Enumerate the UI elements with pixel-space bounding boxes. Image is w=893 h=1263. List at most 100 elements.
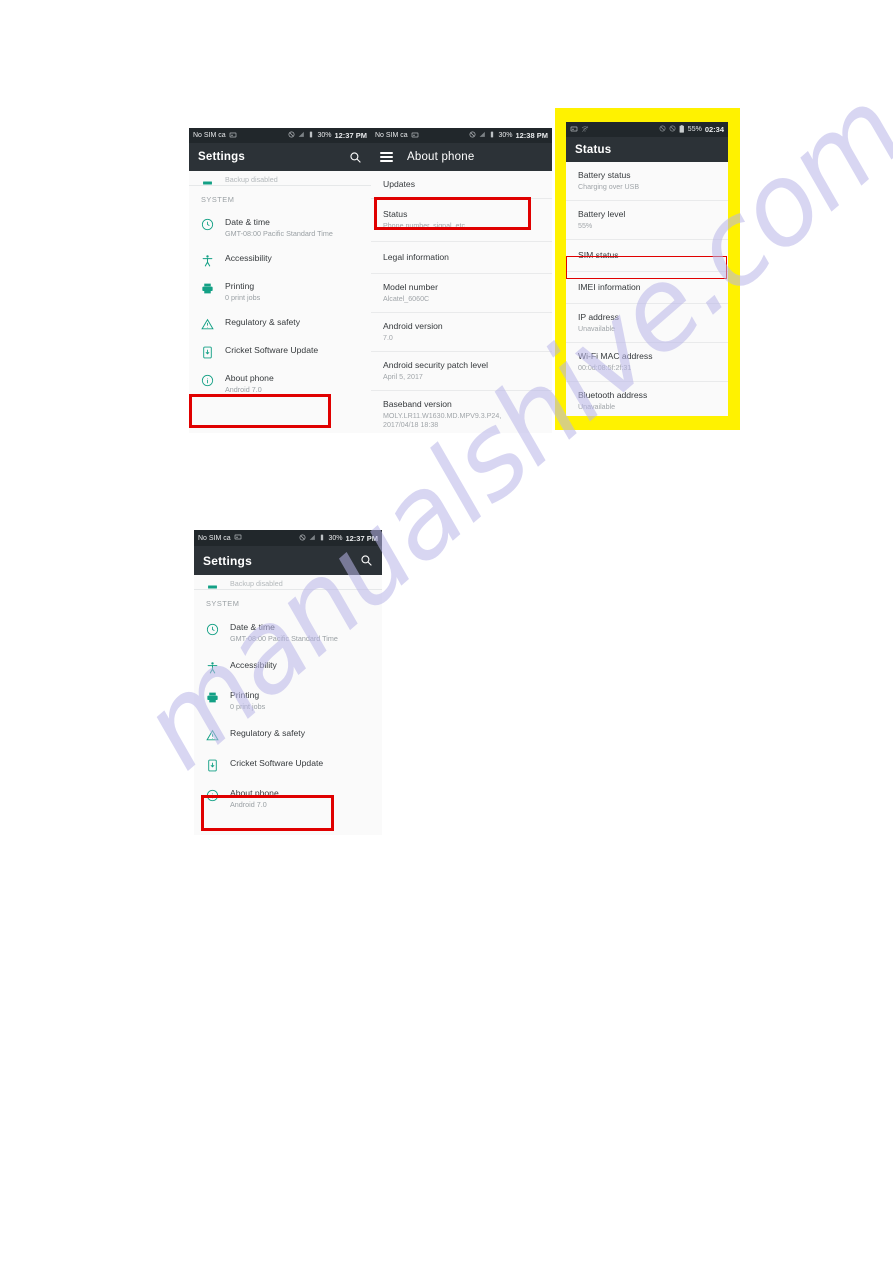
list-item-model-number[interactable]: Model number Alcatel_6060C: [371, 274, 552, 313]
clock-label: 02:34: [704, 125, 724, 134]
item-title: Date & time: [230, 622, 275, 632]
sidebar-item-date-time[interactable]: Date & time GMT-08:00 Pacific Standard T…: [189, 210, 371, 246]
carrier-label: No SIM ca: [375, 132, 408, 139]
item-title: Battery status: [578, 170, 631, 180]
app-bar: About phone: [371, 143, 552, 171]
page-title: Settings: [198, 151, 245, 163]
sd-card-icon: [570, 125, 578, 135]
list-item-android-version[interactable]: Android version 7.0: [371, 313, 552, 352]
page-title: About phone: [407, 151, 475, 163]
list-item-bluetooth-address[interactable]: Bluetooth address Unavailable: [566, 382, 728, 416]
item-title: Model number: [383, 282, 438, 292]
list-item-ip-address[interactable]: IP address Unavailable: [566, 304, 728, 343]
item-title: Printing: [225, 281, 255, 291]
sidebar-item-cricket-software-update[interactable]: Cricket Software Update: [189, 338, 371, 366]
item-title: Wi-Fi MAC address: [578, 351, 653, 361]
warning-triangle-icon: [194, 728, 230, 742]
search-icon[interactable]: [349, 151, 362, 164]
vibrate-icon: [669, 125, 676, 134]
sidebar-item-printing[interactable]: Printing 0 print jobs: [189, 274, 371, 310]
backup-status-label: Backup disabled: [225, 175, 278, 184]
item-subtitle: Android 7.0: [230, 800, 267, 809]
clock-icon: [189, 217, 225, 231]
item-subtitle: Unavailable: [578, 402, 616, 411]
search-icon[interactable]: [360, 554, 373, 567]
sidebar-item-cricket-software-update[interactable]: Cricket Software Update: [194, 750, 382, 780]
section-header-system: SYSTEM: [201, 195, 235, 204]
app-bar: Status: [566, 137, 728, 162]
list-item-android-security-patch-level[interactable]: Android security patch level April 5, 20…: [371, 352, 552, 391]
item-subtitle: April 5, 2017: [383, 372, 423, 381]
partial-backup-row[interactable]: Backup disabled: [194, 575, 382, 589]
item-subtitle: Phone number, signal, etc.: [383, 221, 467, 230]
item-subtitle: 55%: [578, 221, 593, 230]
software-update-icon: [194, 758, 230, 772]
sidebar-item-regulatory-safety[interactable]: Regulatory & safety: [194, 720, 382, 750]
item-title: Status: [383, 209, 408, 219]
item-title: Accessibility: [225, 253, 272, 263]
item-title: About phone: [225, 373, 274, 383]
list-item-updates[interactable]: Updates: [371, 171, 552, 199]
battery-percent-label: 30%: [317, 132, 332, 139]
list-item-status[interactable]: Status Phone number, signal, etc.: [371, 199, 552, 242]
clock-label: 12:38 PM: [515, 131, 548, 140]
clock-label: 12:37 PM: [334, 131, 367, 140]
item-title: About phone: [230, 788, 279, 798]
item-title: IP address: [578, 312, 619, 322]
list-item-wifi-mac-address[interactable]: Wi-Fi MAC address 00:0d:08:5f:2f:31: [566, 343, 728, 382]
item-title: Updates: [383, 179, 416, 189]
list-item-baseband-version[interactable]: Baseband version MOLY.LR11.W1630.MD.MPV9…: [371, 391, 552, 433]
item-title: IMEI information: [578, 282, 641, 292]
screenshot-settings-bottom: No SIM ca 30% 12:37 PM Settings Backup d…: [194, 530, 382, 835]
printer-icon: [194, 690, 230, 704]
partial-backup-row[interactable]: Backup disabled: [189, 171, 371, 185]
item-title: Battery level: [578, 209, 626, 219]
page-title: Status: [575, 143, 612, 156]
about-phone-list: Updates Status Phone number, signal, etc…: [371, 171, 552, 433]
info-circle-icon: [189, 373, 225, 387]
sidebar-item-regulatory-safety[interactable]: Regulatory & safety: [189, 310, 371, 338]
screenshot-status: 55% 02:34 Status Battery status Charging…: [566, 122, 728, 416]
item-subtitle: Unavailable: [578, 324, 616, 333]
list-item-imei-information[interactable]: IMEI information: [566, 272, 728, 304]
item-subtitle: MOLY.LR11.W1630.MD.MPV9.3.P24, 2017/04/1…: [383, 411, 502, 430]
item-title: Bluetooth address: [578, 390, 648, 400]
status-bar: 55% 02:34: [566, 122, 728, 137]
sidebar-item-about-phone[interactable]: About phone Android 7.0: [194, 780, 382, 818]
item-title: Regulatory & safety: [225, 317, 300, 327]
status-bar: No SIM ca 30% 12:38 PM: [371, 128, 552, 143]
list-item-battery-status[interactable]: Battery status Charging over USB: [566, 162, 728, 201]
section-header-system: SYSTEM: [206, 599, 240, 608]
warning-triangle-icon: [189, 317, 225, 331]
status-list: Battery status Charging over USB Battery…: [566, 162, 728, 416]
list-item-sim-status[interactable]: SIM status: [566, 240, 728, 272]
sd-card-icon: [234, 533, 242, 543]
sidebar-item-printing[interactable]: Printing 0 print jobs: [194, 682, 382, 720]
item-subtitle: GMT-08:00 Pacific Standard Time: [225, 229, 333, 238]
battery-percent-label: 30%: [328, 534, 343, 542]
accessibility-icon: [189, 253, 225, 267]
backup-icon: [189, 177, 225, 185]
sidebar-item-date-time[interactable]: Date & time GMT-08:00 Pacific Standard T…: [194, 614, 382, 652]
sidebar-item-about-phone[interactable]: About phone Android 7.0: [189, 366, 371, 402]
screenshot-settings-top: No SIM ca 30% 12:37 PM Settings Backup d…: [189, 128, 371, 433]
hamburger-icon[interactable]: [380, 152, 393, 162]
sidebar-item-accessibility[interactable]: Accessibility: [194, 652, 382, 682]
item-title: Baseband version: [383, 399, 452, 409]
settings-list: Backup disabled SYSTEM Date & time GMT-0…: [194, 575, 382, 818]
app-bar: Settings: [194, 546, 382, 575]
list-item-legal-information[interactable]: Legal information: [371, 242, 552, 274]
signal-icon: [298, 131, 305, 140]
item-title: Cricket Software Update: [225, 345, 319, 355]
mute-icon: [299, 534, 306, 543]
item-subtitle: 00:0d:08:5f:2f:31: [578, 363, 632, 372]
mute-icon: [288, 131, 295, 140]
clock-icon: [194, 622, 230, 636]
battery-icon: [679, 124, 685, 135]
list-item-battery-level[interactable]: Battery level 55%: [566, 201, 728, 240]
item-title: Date & time: [225, 217, 270, 227]
item-subtitle: Charging over USB: [578, 182, 640, 191]
screenshot-about-phone: No SIM ca 30% 12:38 PM About phone Updat…: [371, 128, 552, 433]
sidebar-item-accessibility[interactable]: Accessibility: [189, 246, 371, 274]
battery-percent-label: 30%: [498, 132, 513, 139]
